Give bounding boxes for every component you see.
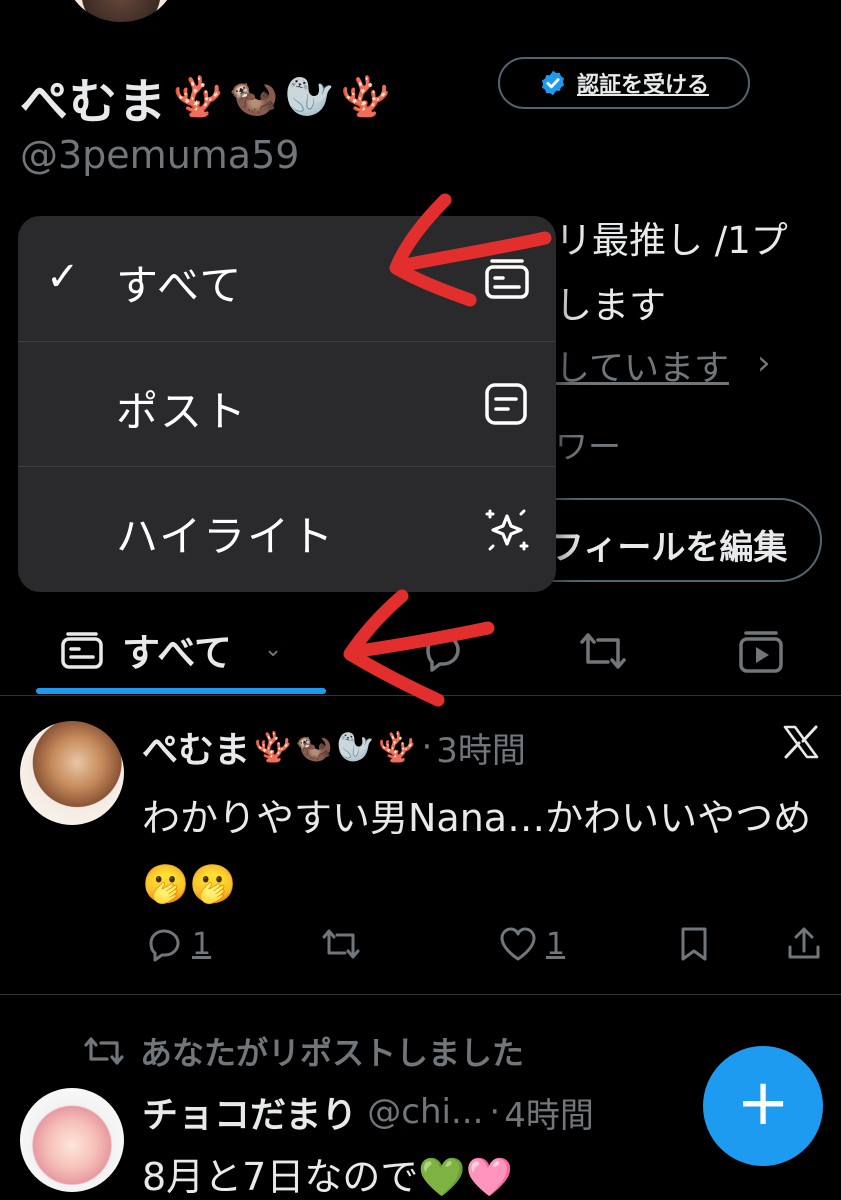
post-timestamp[interactable]: 3時間 [436, 723, 526, 772]
bookmark-button[interactable] [678, 925, 710, 963]
sparkle-icon [485, 509, 529, 551]
bookmark-icon [681, 927, 707, 961]
post-actions: 1 1 [142, 925, 822, 965]
reply-icon [149, 929, 180, 962]
avatar[interactable] [20, 1088, 124, 1192]
post-header: ぺむま 🪸 🦦 🦭 🪸 · 3時間 [142, 721, 526, 773]
menu-item-label: ハイライト [116, 512, 336, 561]
share-button[interactable] [786, 925, 822, 963]
coral-emoji: 🪸 [254, 729, 292, 765]
avatar[interactable] [20, 721, 124, 825]
post-author-name[interactable]: チョコだまり [142, 1086, 357, 1138]
get-verified-label: 認証を受ける [576, 73, 709, 98]
all-posts-icon [485, 259, 529, 299]
profile-display-name: ぺむま [20, 74, 168, 130]
bio-line-2: します [555, 284, 666, 327]
reply-button[interactable]: 1 [146, 925, 211, 963]
separator-dot: · [421, 727, 433, 767]
repost-button[interactable] [320, 925, 362, 963]
coral-emoji: 🪸 [340, 74, 391, 120]
coral-emoji: 🪸 [173, 74, 223, 120]
chevron-right-icon: › [757, 343, 771, 383]
active-tab-indicator [36, 688, 326, 694]
heart-icon [500, 927, 536, 961]
edit-profile-label: フィールを編集 [550, 528, 788, 568]
chevron-down-icon[interactable]: ⌄ [264, 637, 282, 662]
repost-label: あなたがリポストしました [140, 1034, 525, 1072]
otter-emoji: 🦦 [295, 729, 333, 765]
repost-icon [322, 929, 360, 959]
profile-handle: @3pemuma59 [20, 133, 300, 177]
timeline-filter-menu: ✓ すべて ポスト ハイライト [18, 216, 556, 592]
menu-item-posts[interactable]: ポスト [18, 341, 556, 466]
reply-icon[interactable] [420, 628, 466, 674]
share-icon [788, 927, 820, 959]
follower-count-text[interactable]: ワー [555, 420, 621, 468]
tab-all[interactable]: すべて ⌄ [60, 622, 282, 677]
menu-item-highlights[interactable]: ハイライト [18, 466, 556, 591]
reply-count: 1 [192, 926, 212, 962]
plus-icon: + [736, 1066, 790, 1140]
x-logo-icon [783, 725, 819, 759]
compose-button[interactable]: + [703, 1046, 823, 1166]
post-text: わかりやすい男Nana…かわいいやつめ🫢🫢 [142, 796, 812, 906]
seal-emoji: 🦭 [284, 74, 335, 120]
separator-dot: · [489, 1092, 501, 1132]
post-timestamp[interactable]: 4時間 [504, 1088, 594, 1137]
like-count: 1 [546, 926, 566, 962]
repost-icon [84, 1037, 124, 1065]
profile-avatar[interactable] [62, 0, 180, 26]
get-verified-button[interactable]: 認証を受ける [498, 57, 750, 109]
verified-badge-icon [541, 70, 565, 96]
post-author-handle: @chi... [367, 1092, 484, 1132]
profile-name-row: ぺむま 🪸 🦦 🦭 🪸 [20, 62, 390, 132]
post-header: チョコだまり @chi... · 4時間 [142, 1086, 594, 1138]
following-link[interactable]: しています [555, 340, 729, 391]
checkmark-icon: ✓ [46, 254, 80, 300]
like-button[interactable]: 1 [498, 925, 565, 963]
timeline-post[interactable]: ぺむま 🪸 🦦 🦭 🪸 · 3時間 わかりやすい男Nana…かわいいやつめ🫢🫢 … [0, 697, 841, 995]
media-icon[interactable] [737, 628, 785, 674]
post-author-name[interactable]: ぺむま [142, 721, 250, 773]
repost-icon[interactable] [578, 628, 628, 674]
coral-emoji: 🪸 [378, 729, 416, 765]
otter-emoji: 🦦 [228, 74, 279, 120]
repost-indicator: あなたがリポストしました [82, 1028, 524, 1074]
menu-item-all[interactable]: ✓ すべて [18, 216, 556, 341]
annotation-overlay [343, 193, 552, 707]
menu-item-label: すべて [116, 261, 244, 310]
menu-item-label: ポスト [116, 387, 249, 436]
bio-line-1: リ最推し /1プ [555, 219, 788, 262]
tab-all-label: すべて [122, 631, 232, 675]
post-icon [485, 383, 527, 425]
post-text: 8月と7日なので💚🩷 [142, 1155, 513, 1199]
profile-tabs: すべて ⌄ [0, 610, 841, 696]
all-posts-icon [61, 631, 103, 669]
seal-emoji: 🦭 [336, 729, 375, 765]
